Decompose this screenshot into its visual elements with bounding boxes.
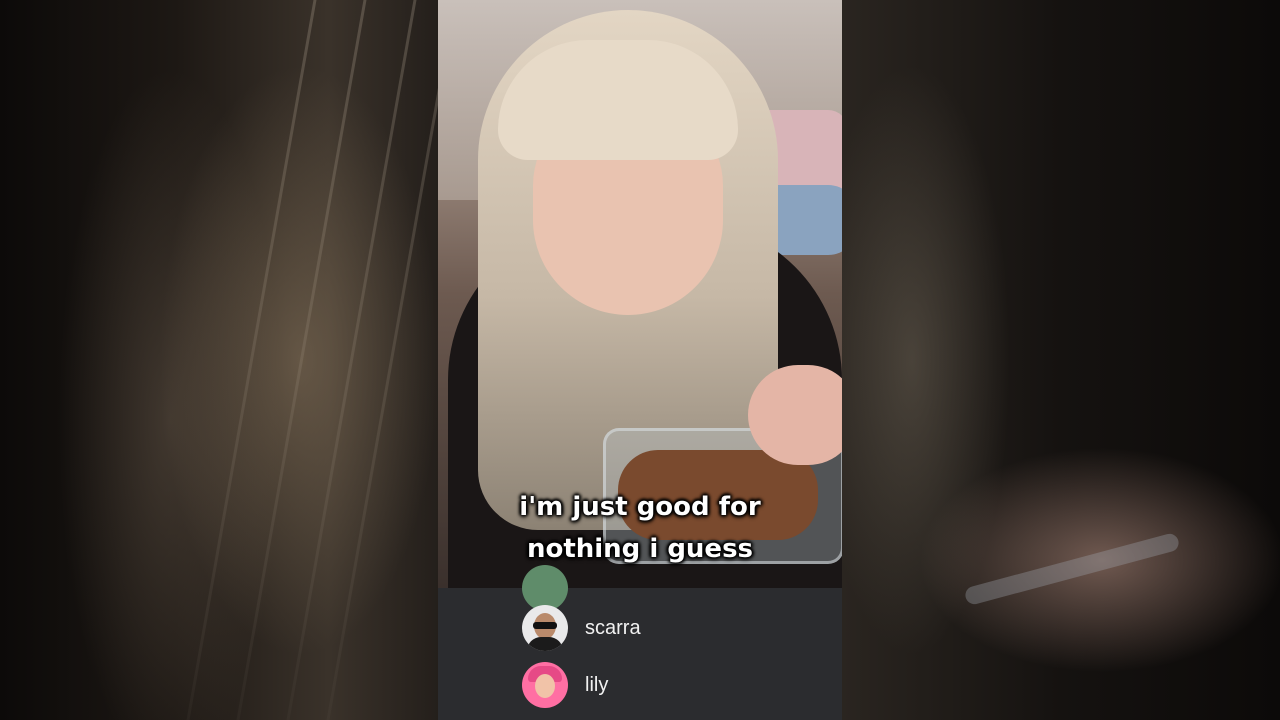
- caption-line-1: i'm just good for: [519, 492, 761, 522]
- member-row[interactable]: scarra: [522, 604, 641, 652]
- video-frame[interactable]: i'm just good for nothing i guess: [438, 0, 842, 588]
- hair-strand: [286, 0, 417, 720]
- avatar-torso: [527, 637, 563, 651]
- fork-blur: [963, 531, 1181, 607]
- blurred-background-left: [0, 0, 438, 720]
- blurred-background-right: [842, 0, 1280, 720]
- person-hand: [748, 365, 842, 465]
- member-name: lily: [585, 673, 609, 696]
- earphone-wire: [326, 0, 438, 720]
- video-caption: i'm just good for nothing i guess: [438, 486, 842, 570]
- members-panel: scarra lily: [438, 565, 842, 720]
- avatar: [522, 662, 568, 708]
- person-bangs: [498, 40, 738, 160]
- avatar-face: [535, 674, 555, 698]
- member-name: scarra: [585, 616, 641, 639]
- avatar: [522, 605, 568, 651]
- short-video-frame[interactable]: i'm just good for nothing i guess scarra…: [438, 0, 842, 720]
- member-row[interactable]: lily: [522, 661, 608, 709]
- hair-strand: [186, 0, 317, 720]
- sunglasses-icon: [533, 622, 557, 629]
- caption-line-2: nothing i guess: [526, 534, 754, 564]
